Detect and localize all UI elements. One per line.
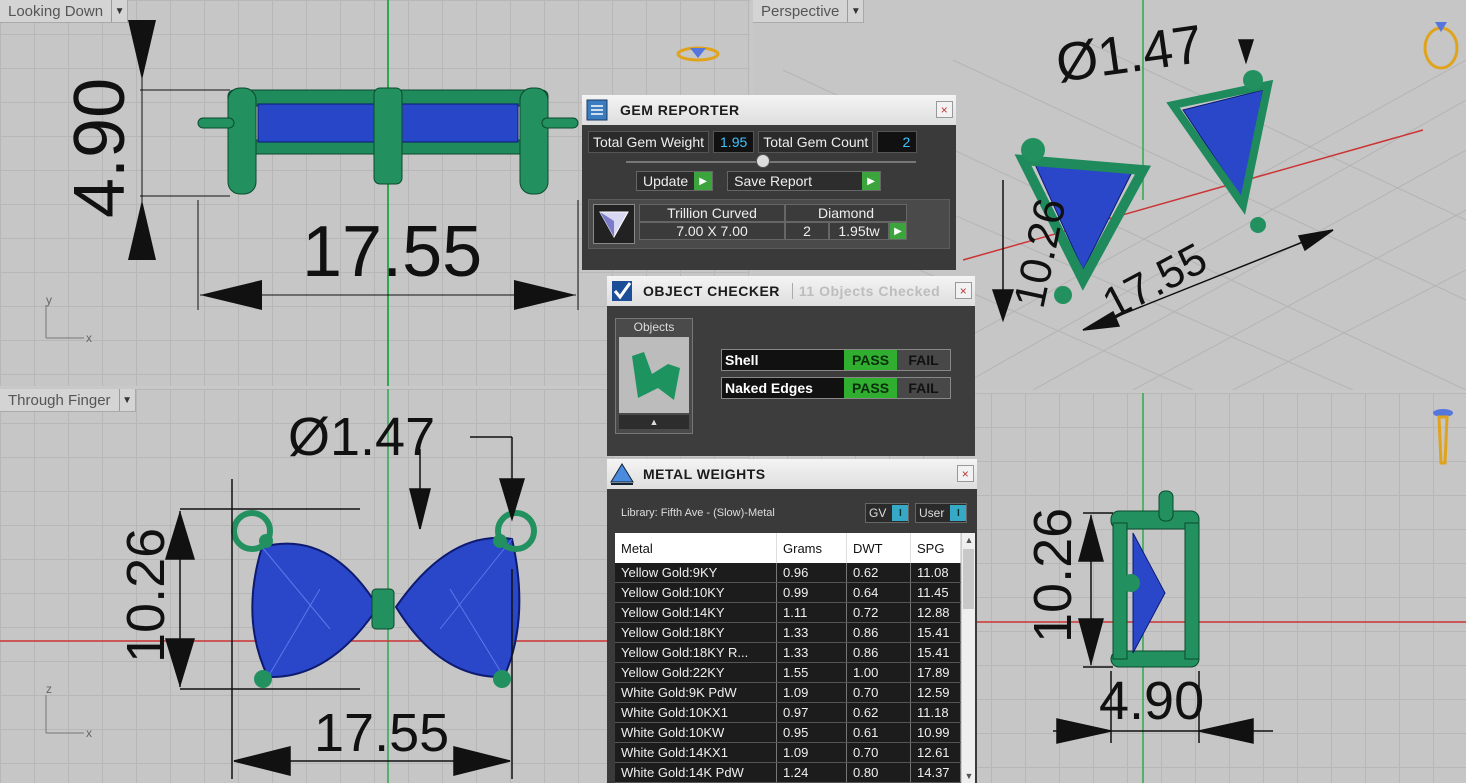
gem-report-icon [582,95,612,125]
scroll-up-icon[interactable]: ▲ [962,533,976,547]
table-row[interactable]: White Gold:10KX1 0.97 0.62 11.18 [615,703,961,723]
objects-preview: Objects ▲ [615,318,693,434]
play-icon: ▶ [862,172,881,190]
naked-edges-check-row: Naked Edges PASS FAIL [721,377,951,399]
dim-diameter-front: Ø1.47 [288,407,435,467]
gem-list: Trillion Curved Diamond 7.00 X 7.00 2 1.… [588,199,950,249]
dim-height: 4.90 [60,78,140,218]
chevron-down-icon[interactable]: ▼ [118,389,135,411]
splitter-knob[interactable] [756,154,770,168]
naked-edges-pass-badge: PASS [844,378,897,398]
close-icon[interactable]: × [957,465,974,482]
gem-reporter-header[interactable]: GEM REPORTER × [582,95,956,125]
axis-x-label: x [86,726,92,740]
ring-view-icon [676,46,720,62]
scrollbar-thumb[interactable] [963,549,974,609]
metal-weights-header[interactable]: METAL WEIGHTS × [607,459,977,489]
checkmark-icon [607,276,637,306]
objects-checked-status: 11 Objects Checked [791,283,940,299]
viewport-label-through-finger[interactable]: Through Finger ▼ [0,389,136,412]
table-row[interactable]: Yellow Gold:18KY R... 1.33 0.86 15.41 [615,643,961,663]
col-metal[interactable]: Metal [615,533,777,563]
metal-weights-panel: METAL WEIGHTS × Library: Fifth Ave - (Sl… [607,459,977,783]
play-icon: ▶ [694,172,713,190]
user-toggle[interactable]: User I [915,503,968,523]
metal-library-label: Library: Fifth Ave - (Slow)-Metal [621,507,775,519]
scale-icon [607,459,637,489]
dim-width-front: 17.55 [314,703,449,763]
gem-reporter-panel: GEM REPORTER × Total Gem Weight 1.95 Tot… [582,95,956,270]
shell-check-row: Shell PASS FAIL [721,349,951,371]
scroll-up-icon[interactable]: ▲ [619,415,689,429]
trillion-gem-icon [593,204,635,244]
shell-pass-badge: PASS [844,350,897,370]
total-gem-count-value: 2 [877,131,918,153]
object-checker-header[interactable]: OBJECT CHECKER 11 Objects Checked × [607,276,975,306]
gem-row-play-icon[interactable]: ▶ [889,222,907,240]
viewport-label-perspective[interactable]: Perspective ▼ [753,0,865,23]
object-checker-title: OBJECT CHECKER [643,283,780,299]
gv-toggle[interactable]: GV I [865,503,910,523]
metal-weights-title: METAL WEIGHTS [643,466,766,482]
col-dwt[interactable]: DWT [847,533,911,563]
table-row[interactable]: Yellow Gold:10KY 0.99 0.64 11.45 [615,583,961,603]
total-gem-count-label: Total Gem Count [758,131,874,153]
viewport-label-looking-down[interactable]: Looking Down ▼ [0,0,129,23]
scroll-down-icon[interactable]: ▼ [962,769,976,783]
gem-row[interactable]: Trillion Curved Diamond 7.00 X 7.00 2 1.… [639,204,907,244]
dim-depth-side: 4.90 [1099,671,1204,731]
object-thumbnail[interactable] [619,337,689,413]
save-report-button[interactable]: Save Report ▶ [727,171,882,191]
toggle-switch-icon: I [892,505,909,521]
gem-reporter-title: GEM REPORTER [620,102,740,118]
toggle-switch-icon: I [950,505,967,521]
total-gem-weight-label: Total Gem Weight [588,131,710,153]
shell-fail-badge: FAIL [897,350,950,370]
table-header: Metal Grams DWT SPG [615,533,961,563]
gem-type: Diamond [785,204,907,222]
object-checker-panel: OBJECT CHECKER 11 Objects Checked × Obje… [607,276,975,456]
objects-label: Objects [633,320,675,334]
close-icon[interactable]: × [936,101,953,118]
axis-y-label: y [46,293,52,307]
table-row[interactable]: Yellow Gold:14KY 1.11 0.72 12.88 [615,603,961,623]
gem-size: 7.00 X 7.00 [639,222,785,240]
table-row[interactable]: White Gold:9K PdW 1.09 0.70 12.59 [615,683,961,703]
table-row[interactable]: Yellow Gold:9KY 0.96 0.62 11.08 [615,563,961,583]
table-row[interactable]: Yellow Gold:18KY 1.33 0.86 15.41 [615,623,961,643]
axis-x-label: x [86,331,92,345]
col-spg[interactable]: SPG [911,533,961,563]
chevron-down-icon[interactable]: ▼ [847,0,863,22]
table-row[interactable]: White Gold:14K PdW 1.24 0.80 14.37 [615,763,961,783]
total-gem-weight-value: 1.95 [713,131,755,153]
gem-panel-splitter[interactable] [626,154,916,168]
ring-perspective-icon [1423,22,1459,70]
table-row[interactable]: White Gold:14KX1 1.09 0.70 12.61 [615,743,961,763]
dim-diameter: Ø1.47 [1052,14,1206,94]
table-scrollbar[interactable]: ▲ ▼ [961,533,975,783]
gem-cut: Trillion Curved [639,204,785,222]
col-grams[interactable]: Grams [777,533,847,563]
gem-count: 2 [785,222,829,240]
axis-z-label: z [46,682,52,696]
ring-side-icon [1433,409,1453,465]
chevron-down-icon[interactable]: ▼ [111,0,127,22]
dim-width: 17.55 [302,212,482,292]
gem-weight: 1.95tw [829,222,889,240]
table-row[interactable]: White Gold:10KW 0.95 0.61 10.99 [615,723,961,743]
close-icon[interactable]: × [955,282,972,299]
metal-weights-table: Metal Grams DWT SPG Yellow Gold:9KY 0.96 0… [615,533,961,783]
naked-edges-fail-badge: FAIL [897,378,950,398]
dim-height-side: 10.26 [1023,508,1083,643]
update-button[interactable]: Update ▶ [636,171,714,191]
table-row[interactable]: Yellow Gold:22KY 1.55 1.00 17.89 [615,663,961,683]
